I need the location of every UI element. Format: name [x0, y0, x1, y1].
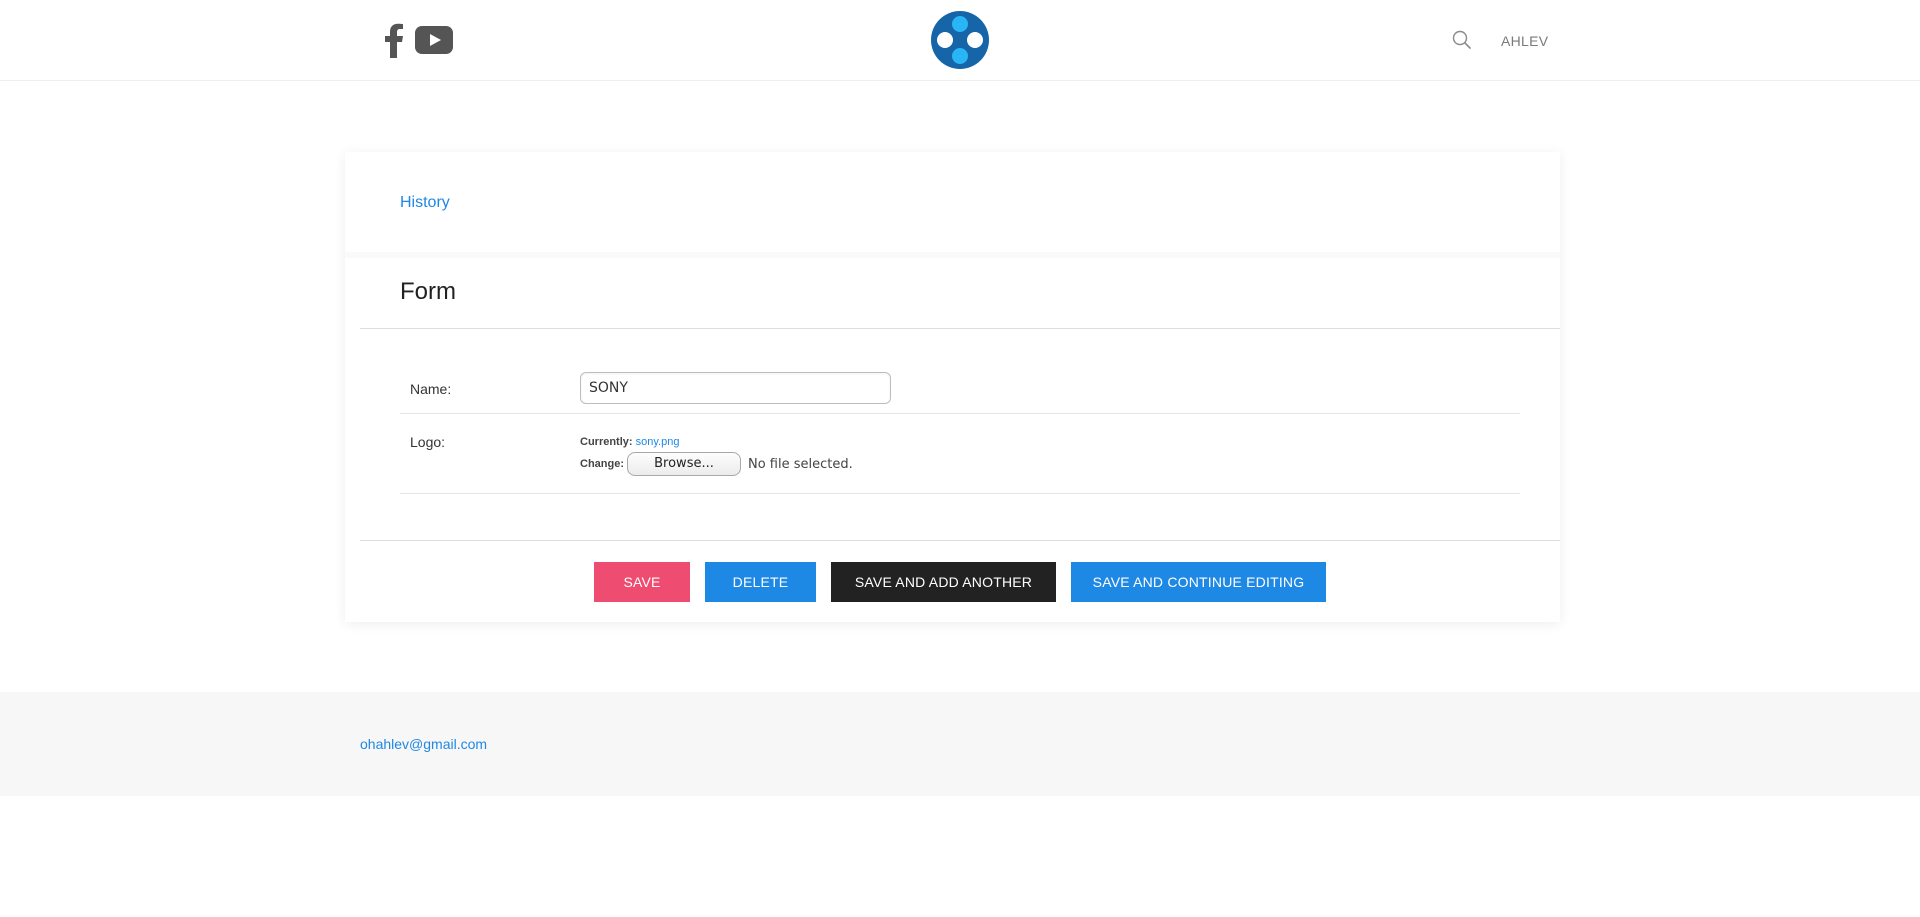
section-divider [345, 252, 1560, 258]
user-menu[interactable]: AHLEV [1501, 33, 1548, 49]
logo-label: Logo: [410, 434, 446, 450]
delete-button[interactable]: DELETE [705, 562, 816, 602]
site-header: AHLEV [0, 0, 1920, 81]
no-file-text: No file selected. [748, 456, 853, 472]
form-card: History Form Name: Logo: Currently: sony… [345, 152, 1560, 622]
currently-label: Currently: [580, 436, 633, 448]
social-links [383, 22, 453, 63]
submit-row: SAVE DELETE SAVE AND ADD ANOTHER SAVE AN… [345, 562, 1560, 602]
search-icon[interactable] [1452, 30, 1472, 50]
divider [360, 540, 1560, 541]
history-link[interactable]: History [400, 194, 450, 212]
current-file-link[interactable]: sony.png [636, 436, 680, 448]
save-button[interactable]: SAVE [594, 562, 690, 602]
page-title: Form [400, 278, 456, 305]
film-reel-logo[interactable] [930, 10, 990, 70]
browse-button[interactable]: Browse... [627, 452, 741, 476]
form-row-name: Name: [400, 369, 1520, 414]
footer-email-link[interactable]: ohahlev@gmail.com [360, 736, 487, 752]
form-row-logo: Logo: Currently: sony.png Change: Browse… [400, 414, 1520, 494]
site-footer: ohahlev@gmail.com [0, 692, 1920, 796]
current-file: Currently: sony.png [580, 436, 679, 448]
youtube-icon[interactable] [415, 26, 453, 59]
save-and-continue-button[interactable]: SAVE AND CONTINUE EDITING [1071, 562, 1326, 602]
divider [360, 328, 1560, 329]
object-tools: History [345, 152, 1560, 252]
change-label: Change: [580, 458, 624, 470]
facebook-icon[interactable] [383, 22, 405, 63]
name-input[interactable] [580, 372, 891, 404]
name-label: Name: [410, 381, 452, 397]
change-file: Change: Browse... No file selected. [580, 452, 853, 476]
save-and-add-another-button[interactable]: SAVE AND ADD ANOTHER [831, 562, 1056, 602]
